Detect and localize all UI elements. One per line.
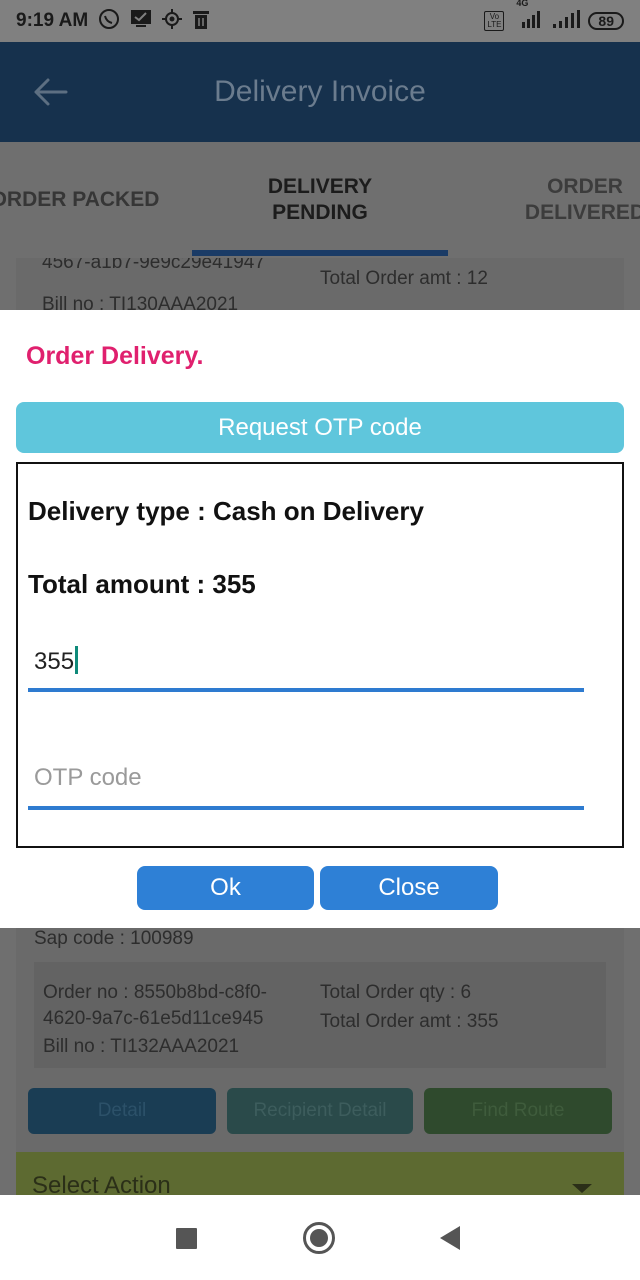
system-nav-bar (0, 1195, 640, 1280)
tab-bar: ORDER PACKED DELIVERY PENDING ORDER DELI… (0, 142, 640, 258)
back-button[interactable] (30, 72, 70, 112)
tab-order-delivered[interactable]: ORDER DELIVERED (500, 142, 640, 258)
total-order-amt: Total Order amt : 355 (320, 1011, 499, 1032)
select-action-dropdown[interactable]: Select Action (16, 1152, 624, 1198)
order-delivery-dialog: Order Delivery. Request OTP code Deliver… (0, 310, 640, 928)
amount-value-text: 355 (34, 648, 75, 675)
trash-icon (192, 9, 210, 34)
tab-indicator (192, 250, 448, 256)
amount-input[interactable] (28, 636, 584, 692)
home-icon[interactable] (303, 1222, 335, 1254)
tab-order-packed[interactable]: ORDER PACKED (0, 142, 190, 258)
detail-button[interactable]: Detail (28, 1088, 216, 1134)
dialog-title: Order Delivery. (26, 342, 204, 370)
volte-icon: Vo LTE (484, 11, 505, 31)
signal-icon: 4G (512, 0, 542, 33)
check-message-icon (130, 9, 152, 34)
arrow-left-icon (34, 78, 68, 106)
order-no-line2: 4620-9a7c-61e5d11ce945 (43, 1008, 264, 1029)
status-bar: 9:19 AM Vo LTE 4G 89 (0, 0, 640, 42)
signal-icon-2 (550, 9, 581, 33)
otp-placeholder: OTP code (34, 764, 142, 791)
network-label: 4G (516, 0, 529, 8)
caret-down-icon (572, 1184, 592, 1193)
find-route-button[interactable]: Find Route (424, 1088, 612, 1134)
sap-code: Sap code : 100989 (34, 928, 194, 949)
whatsapp-icon (98, 8, 120, 35)
text-cursor (75, 646, 79, 674)
tab-delivery-pending[interactable]: DELIVERY PENDING (210, 142, 430, 258)
total-order-amt: Total Order amt : 12 (320, 268, 488, 289)
amount-input-value: 355 (34, 646, 79, 676)
delivery-type-text: Delivery type : Cash on Delivery (28, 496, 424, 526)
order-no-fragment: 4567-a1b7-9e9c29e41947 (42, 258, 265, 273)
ok-button[interactable]: Ok (137, 866, 314, 910)
order-card-previous: 4567-a1b7-9e9c29e41947 Total Order amt :… (16, 258, 624, 318)
app-bar: Delivery Invoice (0, 42, 640, 142)
close-button[interactable]: Close (320, 866, 498, 910)
total-amount-text: Total amount : 355 (28, 569, 256, 599)
recent-apps-icon[interactable] (176, 1228, 197, 1249)
bill-no: Bill no : TI132AAA2021 (43, 1036, 240, 1057)
battery-indicator: 89 (588, 12, 624, 30)
recipient-detail-button[interactable]: Recipient Detail (227, 1088, 413, 1134)
status-time: 9:19 AM (16, 10, 89, 31)
status-right: Vo LTE 4G 89 (484, 0, 624, 33)
page-title: Delivery Invoice (214, 75, 426, 108)
order-no-line1: Order no : 8550b8bd-c8f0- (43, 982, 267, 1003)
back-triangle-icon[interactable] (440, 1226, 460, 1250)
delivery-form: Delivery type : Cash on Delivery Total a… (16, 462, 624, 848)
total-order-qty: Total Order qty : 6 (320, 982, 472, 1003)
location-icon (162, 8, 183, 34)
request-otp-button[interactable]: Request OTP code (16, 402, 624, 453)
